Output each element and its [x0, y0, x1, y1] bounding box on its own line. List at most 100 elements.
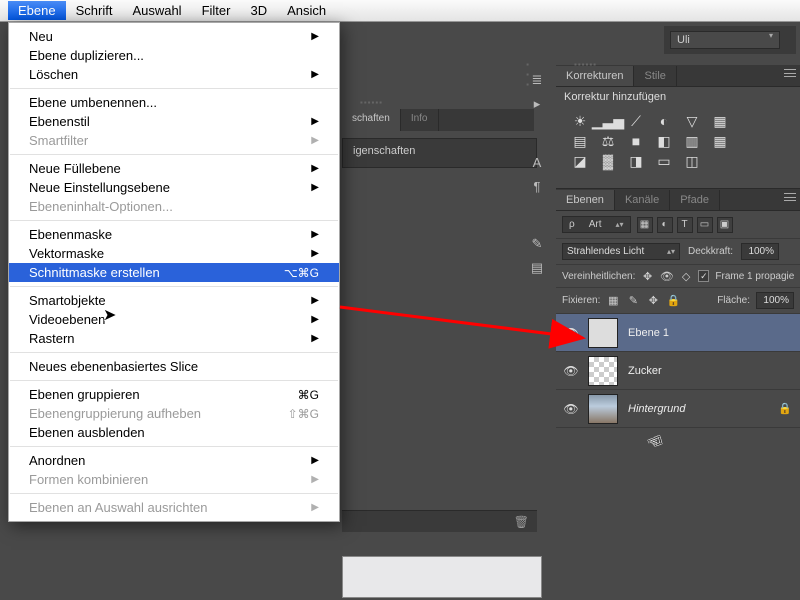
- menu-item[interactable]: Löschen▶: [9, 65, 339, 84]
- lookup-icon[interactable]: ▥: [682, 133, 702, 149]
- filter-type-icon[interactable]: T: [677, 217, 693, 233]
- menu-item[interactable]: Schnittmaske erstellen⌥⌘G: [9, 263, 339, 282]
- menu-item[interactable]: Neue Füllebene▶: [9, 159, 339, 178]
- posterize-icon[interactable]: ▓: [598, 153, 618, 169]
- menu-item[interactable]: Rastern▶: [9, 329, 339, 348]
- layer-thumb: [588, 318, 618, 348]
- menu-item[interactable]: Ebene duplizieren...: [9, 46, 339, 65]
- menu-item[interactable]: Anordnen▶: [9, 451, 339, 470]
- opacity-input[interactable]: 100%: [741, 243, 779, 260]
- tab-info[interactable]: Info: [401, 109, 439, 131]
- filter-shape-icon[interactable]: ▭: [697, 217, 713, 233]
- blend-mode-select[interactable]: Strahlendes Licht ▴▾: [562, 243, 680, 260]
- layer-row[interactable]: 👁Zucker: [556, 352, 800, 390]
- actions-icon[interactable]: ▸: [526, 94, 548, 114]
- invert-icon[interactable]: ◪: [570, 153, 590, 169]
- props-tabs: schaften Info: [342, 109, 534, 131]
- lock-paint-icon[interactable]: ✎: [626, 294, 640, 308]
- para-icon[interactable]: ¶: [526, 176, 548, 196]
- lock-all-icon[interactable]: 🔒: [666, 294, 680, 308]
- balance-icon[interactable]: ⚖: [598, 133, 618, 149]
- layer-thumb: [588, 394, 618, 424]
- layers-panel: Ebenen Kanäle Pfade ρArt▴▾ ▦ ◐ T ▭ ▣ Str…: [556, 188, 800, 588]
- propagate-label: Frame 1 propagiere: [715, 271, 794, 282]
- tab-kanaele[interactable]: Kanäle: [615, 190, 670, 210]
- menu-item[interactable]: Neues ebenenbasiertes Slice: [9, 357, 339, 376]
- opacity-label: Deckkraft:: [688, 246, 733, 257]
- trash-icon[interactable]: 🗑: [514, 515, 529, 529]
- unify-pos-icon[interactable]: ✥: [641, 269, 654, 283]
- menu-3d[interactable]: 3D: [240, 1, 277, 20]
- layer-list: 👁 Ebene 1 👁Zucker👁Hintergrund🔒: [556, 314, 800, 428]
- selective-icon[interactable]: ◫: [682, 153, 702, 169]
- gradient-icon[interactable]: ▭: [654, 153, 674, 169]
- unify-vis-icon[interactable]: 👁: [660, 269, 674, 283]
- filter-pixel-icon[interactable]: ▦: [637, 217, 653, 233]
- propagate-checkbox[interactable]: ✓: [698, 270, 709, 282]
- menu-schrift[interactable]: Schrift: [66, 1, 123, 20]
- visibility-eye-icon[interactable]: 👁: [564, 326, 578, 340]
- threshold-icon[interactable]: ◨: [626, 153, 646, 169]
- swatches-icon[interactable]: ▤: [526, 258, 548, 278]
- menu-ansicht[interactable]: Ansich: [277, 1, 336, 20]
- brightness-icon[interactable]: ☀: [570, 113, 590, 129]
- corrections-panel: Korrekturen Stile Korrektur hinzufügen ☀…: [556, 65, 800, 175]
- brush-icon[interactable]: ✎: [526, 234, 548, 254]
- tab-ebenen[interactable]: Ebenen: [556, 190, 615, 210]
- grid-icon[interactable]: ▦: [710, 133, 730, 149]
- tab-pfade[interactable]: Pfade: [670, 190, 720, 210]
- fill-input[interactable]: 100%: [756, 292, 794, 309]
- panel-menu-icon[interactable]: [784, 193, 798, 205]
- lock-transparent-icon[interactable]: ▦: [606, 294, 620, 308]
- layer-kind-select[interactable]: ρArt▴▾: [562, 216, 631, 233]
- fill-label: Fläche:: [717, 295, 750, 306]
- corrections-header: Korrektur hinzufügen: [556, 87, 800, 111]
- workspace-select[interactable]: Uli ▾: [670, 31, 780, 49]
- menu-auswahl[interactable]: Auswahl: [122, 1, 191, 20]
- bw-icon[interactable]: ▤: [570, 133, 590, 149]
- filter-adjust-icon[interactable]: ◐: [657, 217, 673, 233]
- document-thumb: [342, 556, 542, 598]
- blend-row: Strahlendes Licht ▴▾ Deckkraft: 100%: [556, 239, 800, 265]
- menu-item[interactable]: Ebenen gruppieren⌘G: [9, 385, 339, 404]
- lock-label: Fixieren:: [562, 295, 600, 306]
- curves-icon[interactable]: ⟋: [626, 113, 646, 129]
- workspace-value: Uli: [677, 34, 690, 46]
- menu-ebene[interactable]: Ebene: [8, 1, 66, 20]
- tab-korrekturen[interactable]: Korrekturen: [556, 66, 634, 86]
- menu-item[interactable]: Neue Einstellungsebene▶: [9, 178, 339, 197]
- lock-position-icon[interactable]: ✥: [646, 294, 660, 308]
- char-icon[interactable]: A: [526, 152, 548, 172]
- unify-style-icon[interactable]: ◇: [680, 269, 693, 283]
- exposure-icon[interactable]: ◐: [654, 113, 674, 129]
- menu-item[interactable]: Ebenen ausblenden: [9, 423, 339, 442]
- visibility-eye-icon[interactable]: 👁: [564, 364, 578, 378]
- levels-icon[interactable]: ▁▃▅: [598, 113, 618, 129]
- mixer-icon[interactable]: ◧: [654, 133, 674, 149]
- menu-filter[interactable]: Filter: [192, 1, 241, 20]
- cursor-pointer-icon: ➤: [103, 305, 116, 325]
- tab-eigenschaften[interactable]: schaften: [342, 109, 401, 131]
- menu-item[interactable]: Ebenenstil▶: [9, 112, 339, 131]
- menu-item[interactable]: Neu▶: [9, 27, 339, 46]
- layer-row[interactable]: 👁 Ebene 1: [556, 314, 800, 352]
- menu-item[interactable]: Videoebenen▶: [9, 310, 339, 329]
- layers-filter-bar: ρArt▴▾ ▦ ◐ T ▭ ▣: [556, 211, 800, 239]
- menu-item[interactable]: Ebene umbenennen...: [9, 93, 339, 112]
- panel-menu-icon[interactable]: [784, 69, 798, 81]
- visibility-eye-icon[interactable]: 👁: [564, 402, 578, 416]
- menu-item[interactable]: Smartobjekte▶: [9, 291, 339, 310]
- ebene-dropdown: Neu▶Ebene duplizieren...Löschen▶ Ebene um…: [8, 22, 340, 522]
- filter-smart-icon[interactable]: ▣: [717, 217, 733, 233]
- menu-item[interactable]: Vektormaske▶: [9, 244, 339, 263]
- layer-name: Ebene 1: [628, 327, 669, 339]
- photo-filter-icon[interactable]: ■: [626, 133, 646, 149]
- layer-row[interactable]: 👁Hintergrund🔒: [556, 390, 800, 428]
- tab-stile[interactable]: Stile: [634, 66, 676, 86]
- layer-thumb: [588, 356, 618, 386]
- hue-icon[interactable]: ▦: [710, 113, 730, 129]
- vibrance-icon[interactable]: ▽: [682, 113, 702, 129]
- layers-tabs: Ebenen Kanäle Pfade: [556, 189, 800, 211]
- menu-item: Ebenengruppierung aufheben⇧⌘G: [9, 404, 339, 423]
- menu-item[interactable]: Ebenenmaske▶: [9, 225, 339, 244]
